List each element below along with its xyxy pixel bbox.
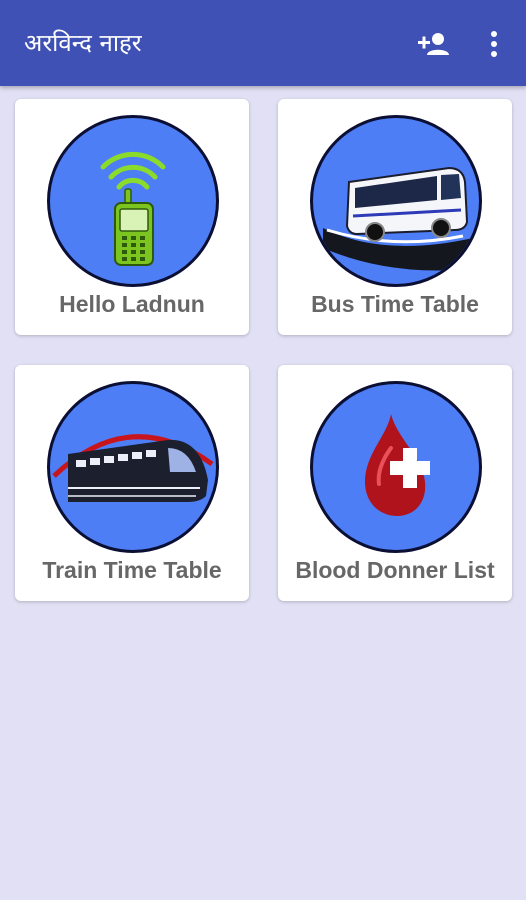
tile-icon-circle: [47, 115, 219, 287]
tile-icon-circle: [310, 381, 482, 553]
tile-blood-donner-list[interactable]: Blood Donner List: [278, 365, 512, 601]
app-bar: अरविन्द नाहर: [0, 0, 526, 86]
bus-icon: [323, 166, 479, 271]
tile-icon-circle: [47, 381, 219, 553]
tile-label: Hello Ladnun: [59, 291, 205, 317]
more-vert-icon: [491, 31, 497, 57]
train-icon: [52, 434, 214, 502]
overflow-menu-button[interactable]: [472, 22, 516, 66]
blood-drop-plus-icon: [365, 414, 430, 516]
tile-bus-time-table[interactable]: Bus Time Table: [278, 99, 512, 335]
tile-hello-ladnun[interactable]: Hello Ladnun: [15, 99, 249, 335]
tile-icon-circle: [310, 115, 482, 287]
app-title: अरविन्द नाहर: [24, 29, 142, 57]
add-contact-icon: [418, 33, 449, 55]
tile-label: Train Time Table: [42, 557, 222, 583]
add-contact-button[interactable]: [410, 22, 454, 66]
tile-label: Blood Donner List: [295, 557, 495, 583]
tile-label: Bus Time Table: [311, 291, 479, 317]
mobile-phone-signal-icon: [100, 151, 166, 266]
tile-train-time-table[interactable]: Train Time Table: [15, 365, 249, 601]
